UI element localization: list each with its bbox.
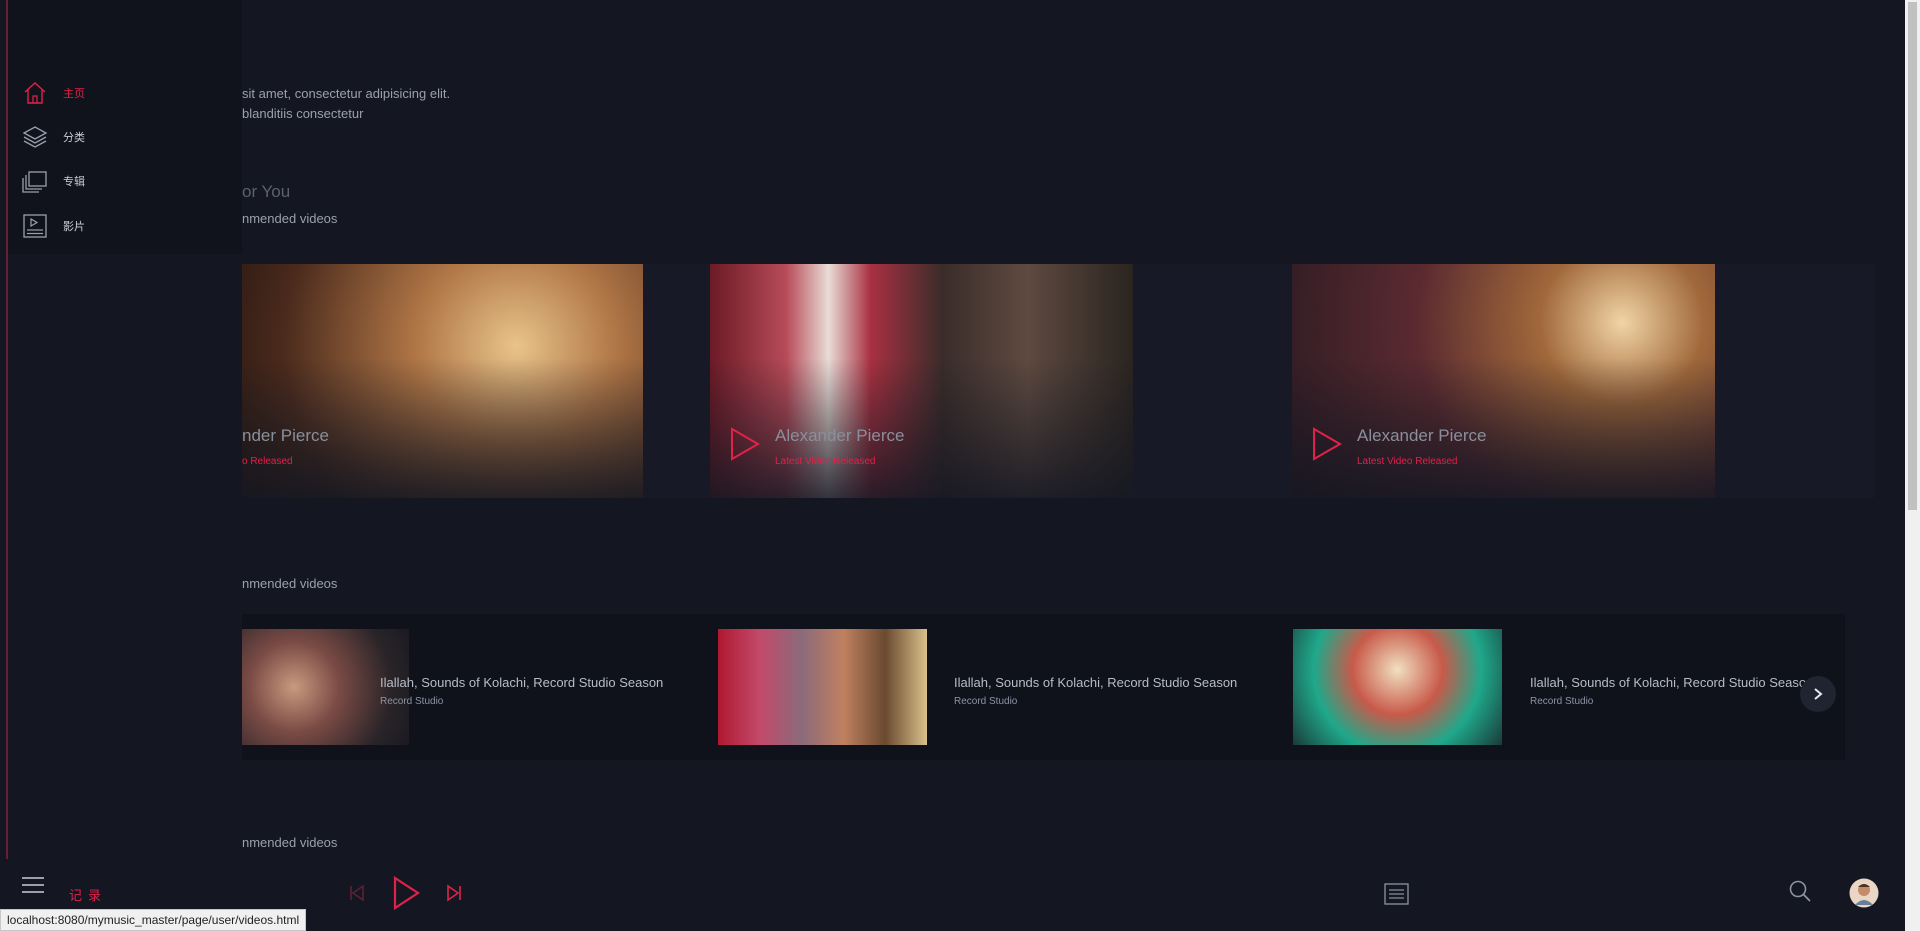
record-label[interactable]: 记录: [69, 885, 107, 904]
album-icon: [22, 171, 47, 193]
sidebar-item-label: 影片: [63, 221, 85, 233]
strip-subtitle: Record Studio: [954, 696, 1018, 707]
video-icon: [23, 214, 47, 238]
avatar[interactable]: [1849, 878, 1879, 908]
strip-thumbnail[interactable]: [718, 629, 927, 745]
next-icon[interactable]: [446, 884, 462, 902]
video-status: Latest Video Released: [775, 456, 876, 467]
sidebar-item-video[interactable]: 影片: [22, 211, 222, 241]
featured-videos: nder Pierce o Released Alexander Pierce …: [220, 264, 1874, 498]
status-bar-url: localhost:8080/mymusic_master/page/user/…: [0, 909, 307, 931]
intro-line-2: blanditiis consectetur: [242, 106, 364, 121]
intro-line-1: sit amet, consectetur adipisicing elit.: [242, 86, 451, 101]
strip-title[interactable]: Ilallah, Sounds of Kolachi, Record Studi…: [380, 675, 663, 690]
video-artist: Alexander Pierce: [775, 426, 905, 445]
main-content: sit amet, consectetur adipisicing elit. …: [0, 0, 1905, 931]
sidebar-item-label: 主页: [63, 88, 85, 100]
video-card[interactable]: Alexander Pierce Latest Video Released: [710, 264, 1292, 498]
previous-icon[interactable]: [349, 884, 365, 902]
video-status: Latest Video Released: [1357, 456, 1458, 467]
strip-title[interactable]: Ilallah, Sounds of Kolachi, Record Studi…: [954, 675, 1237, 690]
play-icon[interactable]: [1312, 427, 1342, 461]
video-strip: Ilallah, Sounds of Kolachi, Record Studi…: [200, 614, 1845, 760]
scrollbar-thumb[interactable]: [1908, 2, 1917, 510]
intro-text: sit amet, consectetur adipisicing elit. …: [242, 84, 450, 124]
sidebar-item-label: 专辑: [63, 176, 85, 188]
carousel-next-button[interactable]: [1800, 676, 1836, 712]
section-subtitle: nmended videos: [242, 211, 338, 226]
home-icon: [24, 82, 46, 104]
section-title: or You: [242, 182, 291, 201]
playlist-icon[interactable]: [1384, 883, 1409, 905]
menu-icon[interactable]: [21, 875, 45, 895]
section-subtitle: nmended videos: [242, 576, 338, 591]
video-artist: Alexander Pierce: [1357, 426, 1487, 445]
strip-thumbnail[interactable]: [1293, 629, 1502, 745]
chevron-right-icon: [1814, 688, 1823, 700]
strip-title[interactable]: Ilallah, Sounds of Kolachi, Record Studi…: [1530, 675, 1813, 690]
layers-icon: [22, 126, 48, 148]
play-icon[interactable]: [392, 876, 420, 910]
sidebar-item-label: 分类: [63, 132, 85, 144]
strip-subtitle: Record Studio: [1530, 696, 1594, 707]
play-icon[interactable]: [730, 427, 760, 461]
section-subtitle: nmended videos: [242, 835, 338, 850]
strip-subtitle: Record Studio: [380, 696, 444, 707]
sidebar-item-home[interactable]: 主页: [22, 78, 222, 108]
vertical-scrollbar[interactable]: [1905, 0, 1920, 931]
search-icon[interactable]: [1788, 879, 1812, 903]
video-artist: nder Pierce: [242, 426, 329, 445]
sidebar-item-album[interactable]: 专辑: [22, 166, 222, 196]
sidebar: 主页 分类 专辑 影片: [0, 0, 242, 859]
sidebar-item-category[interactable]: 分类: [22, 122, 222, 152]
video-status: o Released: [242, 456, 293, 467]
video-card[interactable]: Alexander Pierce Latest Video Released: [1292, 264, 1874, 498]
